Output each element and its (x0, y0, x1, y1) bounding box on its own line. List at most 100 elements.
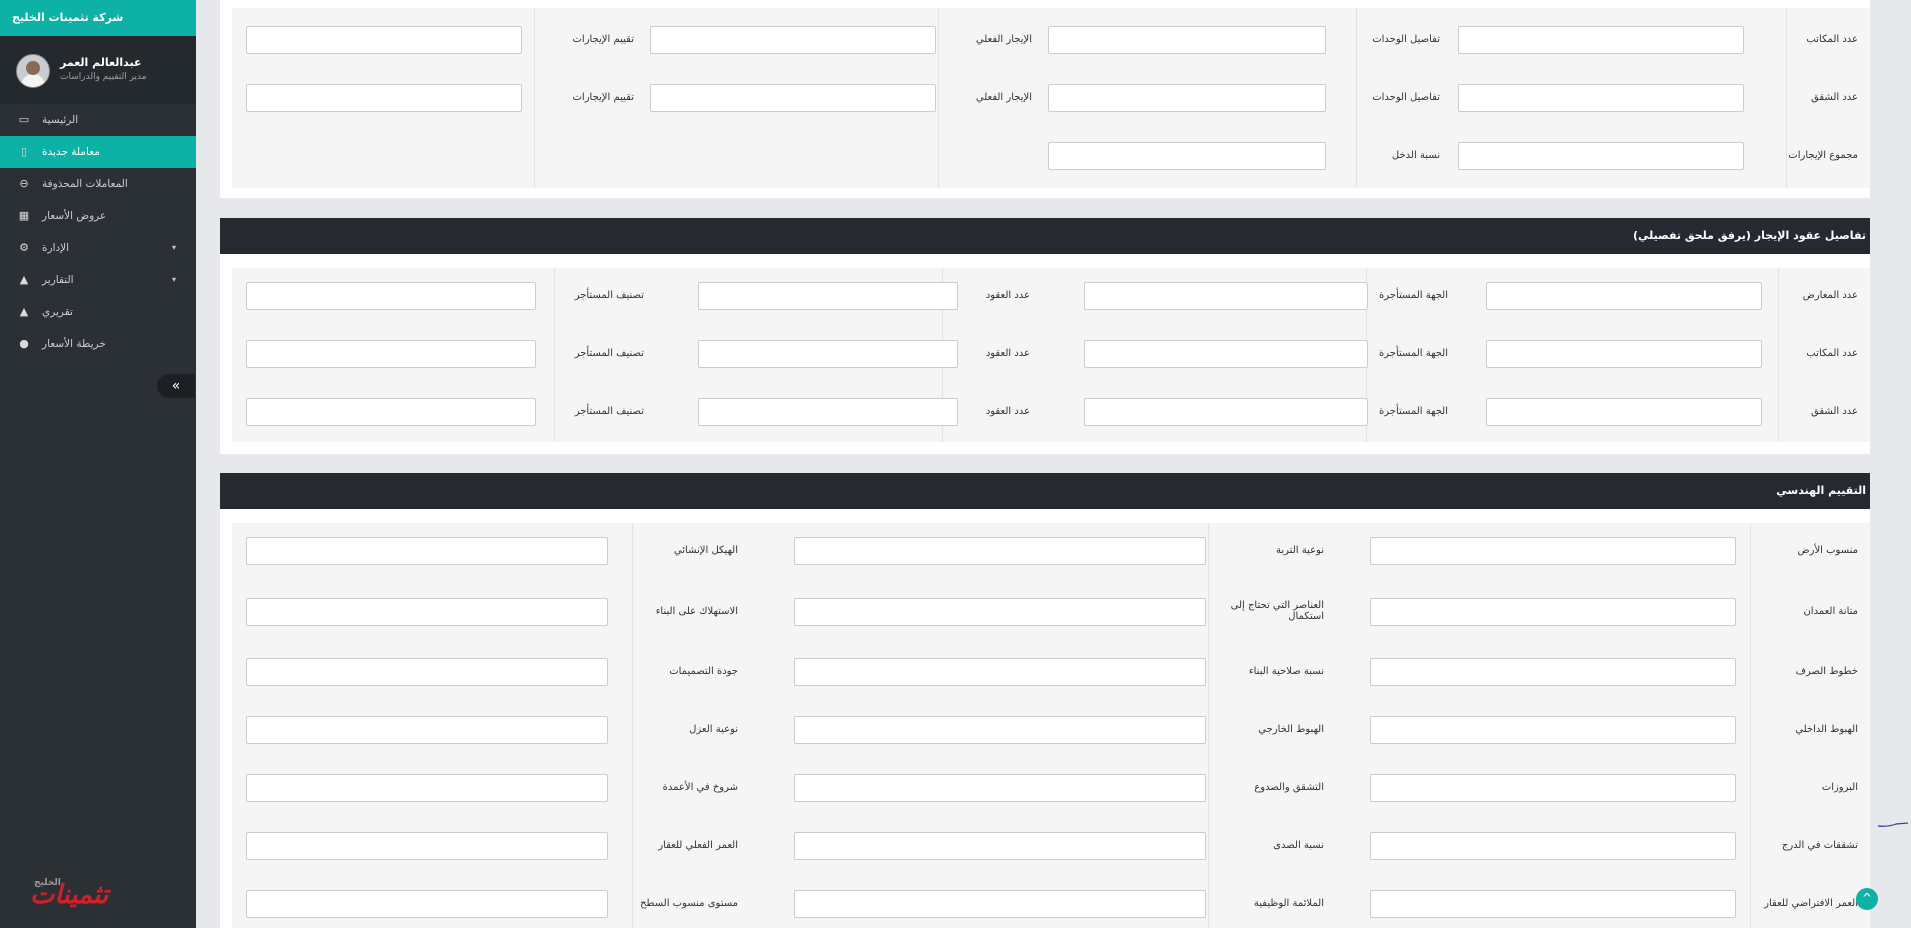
collapse-sidebar-button[interactable]: « (157, 374, 195, 398)
row-label: خطوط الصرف (1795, 666, 1858, 677)
tenant-class-input[interactable] (698, 282, 958, 310)
sidebar-item-5[interactable]: ▲ التقارير ▾ (0, 264, 196, 296)
eng-input-1[interactable] (1370, 890, 1736, 918)
sidebar-item-3[interactable]: ▦ عروض الأسعار (0, 200, 196, 232)
eng-input-3[interactable] (246, 537, 608, 565)
eng-input-1[interactable] (1370, 832, 1736, 860)
lessee-input[interactable] (1486, 340, 1762, 368)
map-marker-icon: ● (19, 337, 29, 350)
field-label: الجهة المستأجرة (1379, 290, 1448, 301)
eng-input-3[interactable] (246, 598, 608, 626)
sidebar-item-6[interactable]: ▲ تقريري (0, 296, 196, 328)
sidebar-nav: ▭ الرئيسية ▯ معاملة جديدة ⊖ المعاملات المحذوف… (0, 104, 196, 360)
scroll-top-button[interactable]: ^ (1856, 888, 1878, 910)
row-label: البروزات (1821, 782, 1858, 793)
field-label: تفاصيل الوحدات (1372, 92, 1440, 103)
row-label: عدد المكاتب (1806, 348, 1858, 359)
column-divider (1356, 8, 1357, 188)
sidebar-item-1[interactable]: ▯ معاملة جديدة (0, 136, 196, 168)
column-divider (938, 8, 939, 188)
extra-input[interactable] (246, 340, 536, 368)
eng-input-3[interactable] (246, 774, 608, 802)
input-f1[interactable] (1048, 26, 1326, 54)
field-label: مستوى منسوب السطح (640, 898, 738, 909)
panel-engineering-evaluation: التقييم الهندسي منسوب الأرض نوعية التربة ا… (220, 473, 1870, 928)
input-f3[interactable] (246, 84, 522, 112)
lessee-input[interactable] (1486, 398, 1762, 426)
eng-input-2[interactable] (794, 598, 1206, 626)
eng-input-1[interactable] (1370, 716, 1736, 744)
avatar[interactable] (16, 54, 50, 88)
eng-input-2[interactable] (794, 537, 1206, 565)
eng-input-3[interactable] (246, 658, 608, 686)
column-divider (1750, 523, 1751, 928)
eng-input-2[interactable] (794, 774, 1206, 802)
field-label: نسبة صلاحية البناء (1248, 666, 1324, 677)
sidebar-item-2[interactable]: ⊖ المعاملات المحذوفة (0, 168, 196, 200)
panel-rent-summary: عدد المكاتب تفاصيل الوحدات الإيجار الفعلي ت… (220, 0, 1870, 198)
field-label: الاستهلاك على البناء (655, 606, 738, 617)
sidebar-item-label: التقارير (42, 274, 74, 286)
lessee-input[interactable] (1486, 282, 1762, 310)
field-label: التشقق والصدوع (1254, 782, 1324, 793)
column-divider (1778, 268, 1779, 442)
field-label: تقييم الإيجارات (572, 92, 635, 103)
input-f3[interactable] (246, 26, 522, 54)
area-chart-icon: ▲ (19, 305, 29, 318)
tenant-class-input[interactable] (698, 398, 958, 426)
row-label: عدد الشقق (1811, 92, 1858, 103)
input-f2[interactable] (650, 26, 936, 54)
eng-input-1[interactable] (1370, 774, 1736, 802)
field-label: تصنيف المستأجر (574, 348, 644, 359)
eng-input-1[interactable] (1370, 598, 1736, 626)
row-label: الهبوط الداخلي (1795, 724, 1858, 735)
extra-input[interactable] (246, 282, 536, 310)
eng-input-3[interactable] (246, 832, 608, 860)
field-label: تصنيف المستأجر (574, 290, 644, 301)
engineering-grid: منسوب الأرض نوعية التربة الهيكل الإنشائي مت… (232, 523, 1870, 928)
sidebar-item-label: تقريري (42, 306, 73, 318)
sidebar-item-label: عروض الأسعار (42, 210, 107, 222)
eng-input-1[interactable] (1370, 658, 1736, 686)
chevron-down-icon: ▾ (172, 275, 177, 284)
main-content: عدد المكاتب تفاصيل الوحدات الإيجار الفعلي ت… (196, 0, 1911, 928)
sidebar-item-label: الرئيسية (42, 114, 79, 126)
input-f2[interactable] (650, 84, 936, 112)
input-f1[interactable] (1048, 142, 1326, 170)
brand-title[interactable]: شركة تثمينات الخليج (0, 0, 196, 36)
input-f1[interactable] (1048, 84, 1326, 112)
tenant-class-input[interactable] (698, 340, 958, 368)
eng-input-2[interactable] (794, 832, 1206, 860)
sidebar-item-4[interactable]: ⚙ الإدارة ▾ (0, 232, 196, 264)
sidebar-item-label: خريطة الأسعار (42, 338, 106, 350)
sidebar-item-7[interactable]: ● خريطة الأسعار (0, 328, 196, 360)
eng-input-3[interactable] (246, 716, 608, 744)
field-label: الملائمة الوظيفية (1253, 898, 1324, 909)
contracts-count-input[interactable] (1084, 398, 1368, 426)
field-label: نسبة الدخل (1391, 150, 1440, 161)
row-label: تشققات في الدرج (1781, 840, 1858, 851)
field-label: تقييم الإيجارات (572, 34, 635, 45)
sidebar-item-0[interactable]: ▭ الرئيسية (0, 104, 196, 136)
contracts-count-input[interactable] (1084, 282, 1368, 310)
field-label: نوعية التربة (1276, 545, 1324, 556)
eng-input-2[interactable] (794, 716, 1206, 744)
extra-input[interactable] (246, 398, 536, 426)
eng-input-3[interactable] (246, 890, 608, 918)
contracts-count-input[interactable] (1084, 340, 1368, 368)
laptop-icon: ▭ (18, 113, 30, 126)
field-label: العناصر التي تحتاج إلى استكمال (1230, 600, 1324, 622)
eng-input-2[interactable] (794, 890, 1206, 918)
input-main[interactable] (1458, 142, 1744, 170)
field-label: الجهة المستأجرة (1379, 406, 1448, 417)
column-divider (554, 268, 555, 442)
eng-input-2[interactable] (794, 658, 1206, 686)
field-label: تصنيف المستأجر (574, 406, 644, 417)
column-divider (1208, 523, 1209, 928)
file-icon: ▯ (20, 145, 28, 158)
eng-input-1[interactable] (1370, 537, 1736, 565)
field-label: العمر الفعلي للعقار (658, 840, 738, 851)
chevron-down-icon: ▾ (172, 243, 177, 252)
input-main[interactable] (1458, 26, 1744, 54)
input-main[interactable] (1458, 84, 1744, 112)
